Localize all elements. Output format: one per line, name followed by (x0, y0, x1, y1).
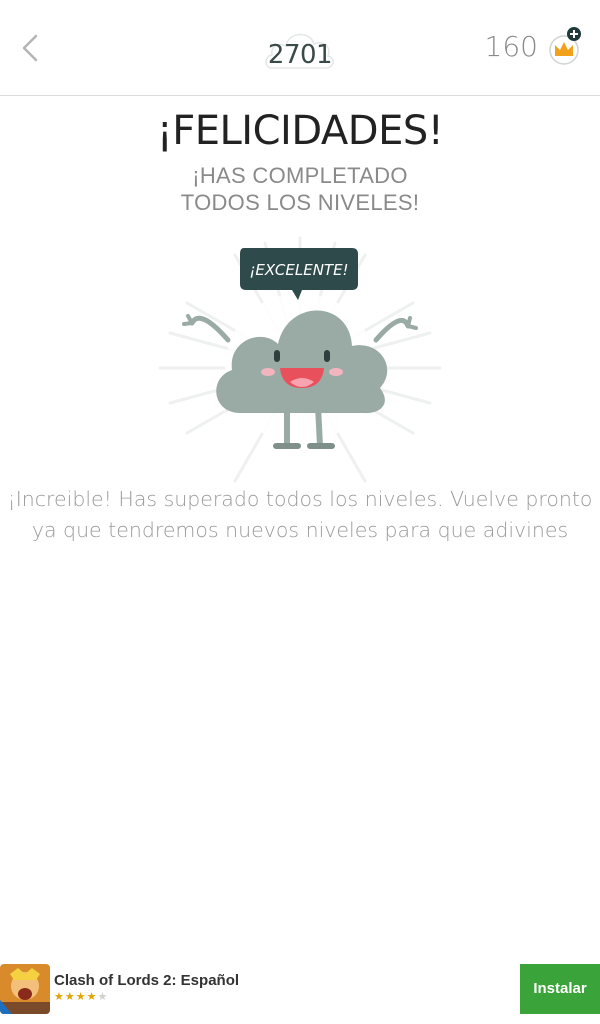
subtitle-line-2: TODOS LOS NIVELES! (180, 190, 420, 215)
subtitle: ¡HAS COMPLETADO TODOS LOS NIVELES! (160, 162, 440, 216)
completion-message: ¡Increible! Has superado todos los nivel… (7, 487, 593, 542)
ad-banner[interactable]: Clash of Lords 2: Español ★★★★★ Instalar (0, 964, 600, 1014)
mascot-illustration: ¡EXCELENTE! (140, 228, 460, 488)
page-title: ¡FELICIDADES! (156, 108, 444, 154)
speech-bubble-text: ¡EXCELENTE! (249, 261, 348, 279)
plus-icon (567, 27, 581, 41)
ad-rating: ★★★★★ (54, 990, 108, 1003)
subtitle-line-1: ¡HAS COMPLETADO (192, 163, 408, 188)
install-button[interactable]: Instalar (520, 964, 600, 1014)
level-number: 2701 (267, 40, 333, 70)
coin-count: 160 (484, 30, 538, 63)
top-bar: 2701 160 (0, 0, 600, 96)
app-icon[interactable] (0, 964, 50, 1014)
chevron-left-icon (22, 34, 38, 62)
rating-stars-filled: ★★★★ (54, 991, 98, 1003)
buy-coins-button[interactable] (548, 27, 584, 66)
rating-stars-empty: ★ (97, 991, 109, 1003)
back-button[interactable] (14, 28, 46, 68)
level-badge: 2701 (262, 22, 338, 74)
ad-app-name: Clash of Lords 2: Español (54, 972, 240, 989)
